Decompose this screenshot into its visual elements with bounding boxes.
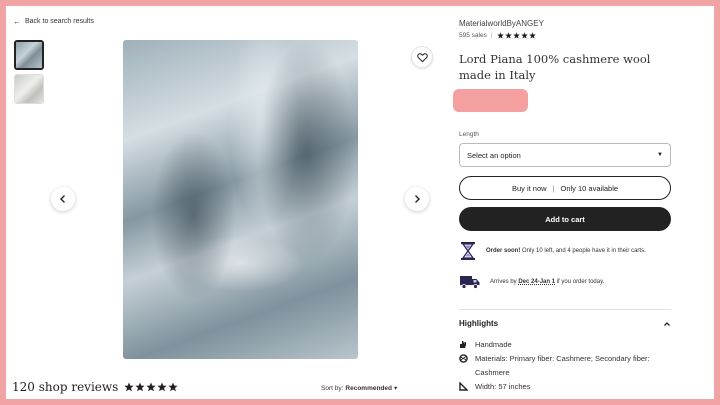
previous-image-button[interactable] — [51, 187, 75, 211]
star-icon — [512, 32, 520, 39]
star-icon — [520, 32, 528, 39]
shop-reviews-summary: 120 shop reviews — [12, 380, 178, 394]
star-icon — [496, 32, 504, 39]
highlights-heading: Highlights — [459, 319, 499, 328]
star-icon — [135, 382, 145, 392]
arrives-prefix: Arrives by — [490, 279, 517, 285]
highlight-text: Materials: Primary fiber: Cashmere; Seco… — [475, 354, 650, 377]
sales-separator: | — [490, 32, 493, 39]
thumbnail-2[interactable] — [14, 74, 44, 104]
sort-value: Recommended — [345, 384, 393, 392]
buy-it-now-label: Buy it now — [511, 183, 547, 193]
star-icon — [157, 382, 167, 392]
back-to-search-link[interactable]: ← Back to search results — [13, 17, 94, 26]
delivery-truck-icon — [460, 276, 480, 289]
star-icon — [146, 382, 156, 392]
buy-it-now-button[interactable]: Buy it now | Only 10 available — [459, 176, 671, 200]
chevron-left-icon — [60, 195, 65, 203]
highlights-toggle[interactable]: Highlights — [459, 319, 671, 328]
back-link-label: Back to search results — [25, 18, 94, 25]
shop-reviews-count: 120 shop reviews — [12, 380, 119, 394]
delivery-estimate: Arrives by Dec 24-Jan 1 if you order tod… — [459, 274, 674, 290]
order-soon-detail: Only 10 left, and 4 people have it in th… — [522, 248, 646, 254]
order-soon-text: Order soon! Only 10 left, and 4 people h… — [486, 248, 646, 254]
sort-dropdown[interactable]: Sort by: Recommended ▾ — [321, 384, 398, 393]
chevron-up-icon — [664, 321, 670, 326]
yarn-icon — [459, 352, 469, 380]
product-page: ← Back to search results 120 shop review… — [6, 6, 714, 399]
star-icon — [528, 32, 536, 39]
length-select-value: Select an option — [467, 150, 521, 160]
highlight-item: Width: 57 inches — [459, 380, 674, 396]
availability-text: Only 10 available — [560, 183, 619, 193]
hourglass-icon — [461, 242, 475, 260]
order-soon-bold: Order soon! — [486, 248, 521, 254]
caret-down-icon: ▼ — [657, 152, 663, 158]
star-icon — [504, 32, 512, 39]
section-divider — [459, 309, 671, 310]
delivery-text: Arrives by Dec 24-Jan 1 if you order tod… — [490, 279, 604, 285]
next-image-button[interactable] — [405, 187, 429, 211]
caret-down-icon: ▾ — [394, 385, 398, 392]
highlight-text: Width: 57 inches — [475, 382, 531, 391]
arrival-date[interactable]: Dec 24-Jan 1 — [518, 279, 555, 285]
price-redaction — [453, 89, 528, 112]
shop-name-link[interactable]: MaterialworldByANGEY — [459, 19, 544, 28]
add-to-cart-button[interactable]: Add to cart — [459, 207, 671, 231]
ruler-icon — [459, 380, 469, 396]
arrow-left-icon: ← — [13, 17, 21, 26]
chevron-right-icon — [415, 195, 420, 203]
heart-icon — [416, 52, 428, 62]
listing-title: Lord Piana 100% cashmere wool made in It… — [459, 52, 651, 82]
highlight-item: Materials: Primary fiber: Cashmere; Seco… — [459, 352, 674, 380]
review-stars — [124, 382, 178, 392]
star-icon — [168, 382, 178, 392]
favorite-button[interactable] — [411, 46, 433, 68]
length-label: Length — [459, 131, 479, 138]
order-soon-notice: Order soon! Only 10 left, and 4 people h… — [459, 241, 674, 261]
sales-info: 595 sales | — [459, 32, 536, 39]
arrives-suffix: if you order today. — [556, 279, 605, 285]
sort-prefix: Sort by: — [321, 384, 344, 392]
star-icon — [124, 382, 134, 392]
main-product-image[interactable] — [123, 40, 358, 359]
shop-rating-stars[interactable] — [496, 32, 536, 39]
buy-now-separator: | — [552, 183, 555, 193]
sales-count: 595 sales — [459, 32, 487, 39]
thumbnail-1[interactable] — [14, 40, 44, 70]
length-select[interactable]: Select an option ▼ — [459, 143, 671, 167]
